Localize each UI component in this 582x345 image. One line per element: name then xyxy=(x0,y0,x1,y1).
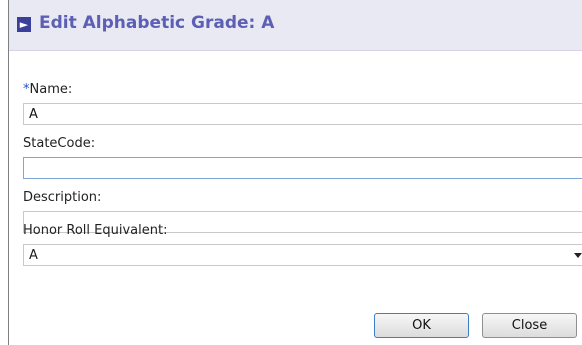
honor-roll-label: Honor Roll Equivalent: xyxy=(23,223,168,238)
collapse-arrow-icon[interactable]: ► xyxy=(17,17,31,32)
statecode-label: StateCode: xyxy=(23,136,96,151)
close-button[interactable]: Close xyxy=(482,313,577,338)
statecode-input[interactable] xyxy=(23,157,582,179)
honor-roll-select[interactable]: A xyxy=(23,244,582,266)
edit-grade-dialog: ► Edit Alphabetic Grade: A *Name: StateC… xyxy=(8,0,582,345)
honor-roll-selected-value: A xyxy=(29,248,38,263)
dropdown-arrow-icon xyxy=(574,253,582,258)
dialog-title: Edit Alphabetic Grade: A xyxy=(39,13,275,33)
name-label: *Name: xyxy=(23,82,73,97)
dialog-titlebar: ► Edit Alphabetic Grade: A xyxy=(9,0,582,51)
ok-button[interactable]: OK xyxy=(374,313,469,338)
name-input[interactable] xyxy=(23,103,582,125)
description-label: Description: xyxy=(23,190,102,205)
